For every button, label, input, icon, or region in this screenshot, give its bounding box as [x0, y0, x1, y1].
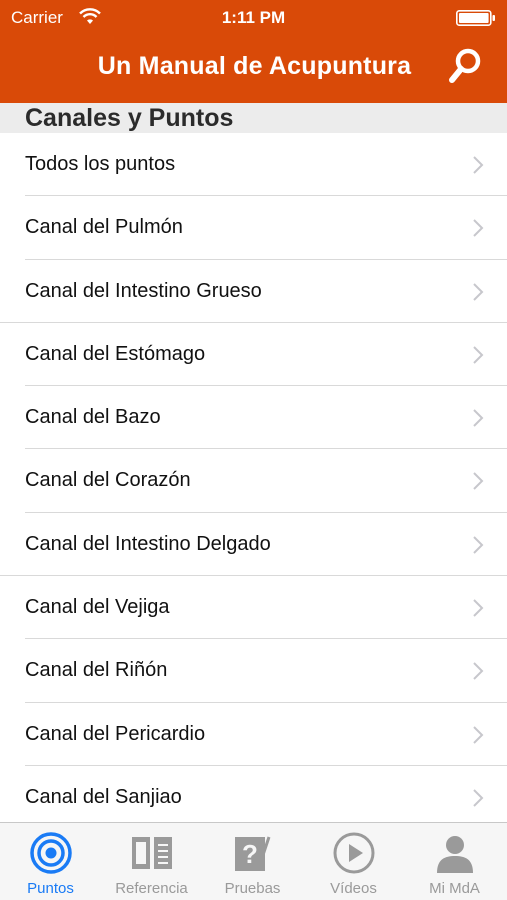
list-item[interactable]: Canal del Bazo: [25, 386, 507, 450]
svg-text:?: ?: [242, 839, 258, 869]
list-item-label: Canal del Sanjiao: [25, 785, 182, 808]
quiz-icon: ?: [235, 836, 271, 871]
list-item-label: Todos los puntos: [25, 153, 176, 175]
list-item-label: Canal del Riñón: [25, 659, 168, 682]
list-item-label: Canal del Bazo: [25, 406, 161, 429]
tab-bar: Puntos Referencia ? Pruebas Vídeos Mi Md…: [0, 822, 507, 900]
tab-label: Puntos: [27, 880, 74, 897]
list-item-label: Canal del Pericardio: [25, 722, 206, 745]
battery-icon: [456, 10, 495, 26]
target-icon: [30, 832, 72, 874]
status-bar: Carrier 1:11 PM: [0, 0, 507, 36]
chevron-right-icon: [473, 156, 484, 174]
chevron-right-icon: [473, 536, 484, 554]
search-button[interactable]: [445, 46, 485, 86]
app-header: Carrier 1:11 PM Un Manual de Acupuntura: [0, 0, 507, 103]
list-item-label: Canal del Intestino Grueso: [25, 279, 262, 302]
list-item-label: Canal del Estómago: [25, 342, 206, 365]
list-item[interactable]: Canal del Vejiga: [25, 576, 507, 640]
channel-list: Todos los puntos Canal del Pulmón Canal …: [0, 133, 507, 830]
tab-label: Vídeos: [330, 880, 377, 897]
list-item-label: Canal del Pulmón: [25, 216, 183, 239]
search-icon: [449, 48, 481, 83]
list-item-label: Canal del Intestino Delgado: [25, 532, 271, 555]
list-item-label: Canal del Corazón: [25, 469, 191, 492]
list-item-label: Canal del Vejiga: [25, 596, 170, 619]
tab-label: Mi MdA: [429, 880, 480, 897]
tab-label: Referencia: [115, 880, 188, 897]
chevron-right-icon: [473, 282, 484, 301]
tab-pruebas[interactable]: ? Pruebas: [202, 823, 303, 900]
tab-puntos[interactable]: Puntos: [0, 823, 101, 900]
page-title: Un Manual de Acupuntura: [0, 52, 507, 81]
tab-label: Pruebas: [224, 880, 281, 897]
tab-mi-mda[interactable]: Mi MdA: [404, 823, 505, 900]
chevron-right-icon: [473, 662, 484, 681]
chevron-right-icon: [473, 472, 484, 491]
play-icon: [333, 832, 375, 874]
list-item[interactable]: Canal del Sanjiao: [25, 766, 507, 830]
tab-referencia[interactable]: Referencia: [101, 823, 202, 900]
list-item[interactable]: Canal del Estómago: [25, 323, 507, 387]
person-icon: [437, 836, 473, 873]
tab-videos[interactable]: Vídeos: [303, 823, 404, 900]
list-item[interactable]: Canal del Pulmón: [25, 196, 507, 260]
list-item[interactable]: Canal del Corazón: [25, 449, 507, 513]
chevron-right-icon: [473, 409, 484, 427]
status-time: 1:11 PM: [221, 8, 286, 27]
list-item[interactable]: Todos los puntos: [25, 133, 507, 197]
list-item[interactable]: Canal del Intestino Delgado: [0, 513, 507, 577]
list-item[interactable]: Canal del Riñón: [25, 639, 507, 703]
list-item[interactable]: Canal del Intestino Grueso: [0, 260, 507, 323]
chevron-right-icon: [473, 725, 484, 744]
chevron-right-icon: [473, 789, 484, 807]
chevron-right-icon: [473, 346, 484, 364]
chevron-right-icon: [473, 599, 484, 617]
chevron-right-icon: [473, 219, 484, 238]
page-title-text: Un Manual de Acupuntura: [97, 52, 412, 80]
list-item[interactable]: Canal del Pericardio: [25, 703, 507, 766]
book-icon: [132, 837, 172, 869]
section-header: Canales y Puntos: [0, 103, 507, 133]
section-title: Canales y Puntos: [25, 104, 234, 132]
